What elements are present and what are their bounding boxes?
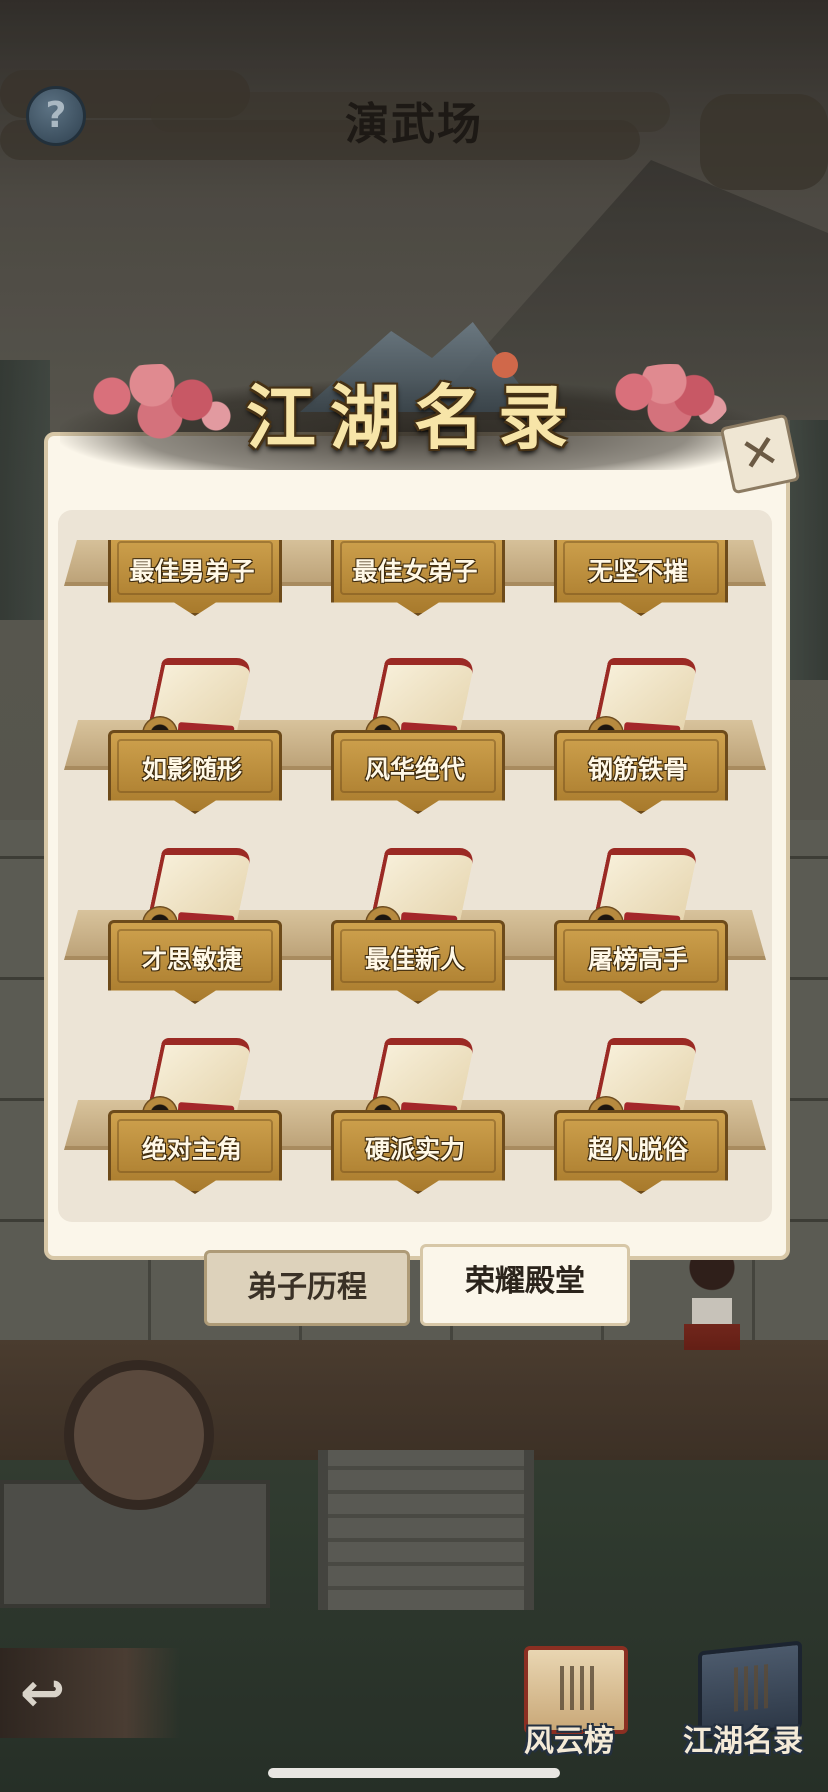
award-item[interactable]: 才思敏捷 xyxy=(108,840,282,1010)
award-item[interactable]: 风华绝代 xyxy=(331,650,505,820)
jianghu-directory-button-label: 江湖名录 xyxy=(683,1724,803,1759)
award-item[interactable]: 硬派实力 xyxy=(331,1030,505,1200)
award-label: 最佳男弟子 xyxy=(129,557,255,586)
award-label: 超凡脱俗 xyxy=(587,1135,688,1164)
back-button[interactable]: ↩ xyxy=(0,1648,180,1738)
award-item[interactable]: 如影随形 xyxy=(108,650,282,820)
award-label: 风华绝代 xyxy=(364,755,465,784)
award-item[interactable]: 钢筋铁骨 xyxy=(554,650,728,820)
page-title: 演武场 xyxy=(345,99,483,150)
award-label: 最佳新人 xyxy=(364,945,465,974)
award-label: 无坚不摧 xyxy=(587,557,688,586)
jianghu-directory-button[interactable]: 江湖名录 xyxy=(678,1640,808,1766)
modal-title: 江湖名录 xyxy=(246,376,582,459)
award-item[interactable]: 最佳女弟子 xyxy=(331,540,505,622)
back-arrow-icon: ↩ xyxy=(20,1661,66,1724)
award-item[interactable]: 最佳男弟子 xyxy=(108,540,282,622)
award-label: 绝对主角 xyxy=(141,1135,242,1164)
tab-disciple-journey[interactable]: 弟子历程 xyxy=(204,1250,410,1326)
home-indicator[interactable] xyxy=(268,1768,560,1778)
award-label: 屠榜高手 xyxy=(587,945,688,974)
award-label: 才思敏捷 xyxy=(141,945,242,974)
award-item[interactable]: 超凡脱俗 xyxy=(554,1030,728,1200)
ranking-button-label: 风云榜 xyxy=(524,1724,614,1759)
ranking-button[interactable]: 风云榜 xyxy=(504,1646,634,1766)
tab-hall-of-honor[interactable]: 荣耀殿堂 xyxy=(420,1244,630,1326)
award-label: 钢筋铁骨 xyxy=(587,755,688,784)
award-grid[interactable]: 最佳男弟子 最佳女弟子 无坚不摧 如影随形 风华绝代 钢筋铁骨 才思敏捷 最佳新… xyxy=(58,540,772,1222)
award-label: 硬派实力 xyxy=(364,1135,465,1164)
award-item[interactable]: 无坚不摧 xyxy=(554,540,728,622)
award-item[interactable]: 最佳新人 xyxy=(331,840,505,1010)
award-item[interactable]: 绝对主角 xyxy=(108,1030,282,1200)
award-label: 最佳女弟子 xyxy=(352,557,478,586)
close-icon: ✕ xyxy=(735,422,785,484)
award-label: 如影随形 xyxy=(141,755,242,784)
award-item[interactable]: 屠榜高手 xyxy=(554,840,728,1010)
close-button[interactable]: ✕ xyxy=(719,413,801,495)
